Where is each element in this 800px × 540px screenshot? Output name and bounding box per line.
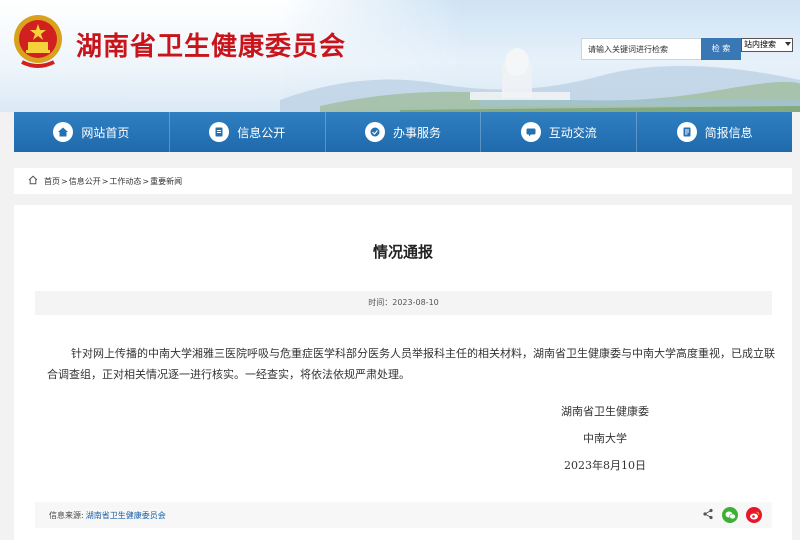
share-buttons [702,507,762,523]
wechat-icon[interactable] [722,507,738,523]
article-body: 针对网上传播的中南大学湘雅三医院呼吸与危重症医学科部分医务人员举报科主任的相关材… [47,347,775,381]
nav-item-label: 网站首页 [81,125,130,140]
breadcrumb-news-link[interactable]: 重要新闻 [150,176,182,187]
nav-item-briefing[interactable]: 简报信息 [637,112,792,152]
signature-org-2: 中南大学 [583,432,627,445]
header-banner: 湖南省卫生健康委员会 请输入关键词进行检索 检 索 站内搜索 [0,0,800,112]
breadcrumb-home-link[interactable]: 首页 [44,176,60,187]
nav-item-info-public[interactable]: 信息公开 [170,112,326,152]
breadcrumb: 首页 > 信息公开 > 工作动态 > 重要新闻 [14,168,792,194]
breadcrumb-separator: > [101,176,109,186]
service-icon [364,122,385,142]
breadcrumb-info-link[interactable]: 信息公开 [69,176,101,187]
nav-item-interaction[interactable]: 互动交流 [481,112,638,152]
report-icon [676,122,697,142]
search-scope-select[interactable]: 站内搜索 [741,38,793,52]
source-bar: 信息来源: 湖南省卫生健康委员会 [35,502,772,528]
chat-icon [520,122,541,142]
home-icon [28,175,38,187]
signature-date: 2023年8月10日 [564,459,646,472]
nav-item-label: 互动交流 [548,125,597,140]
signature-org-1: 湖南省卫生健康委 [561,405,649,418]
nav-item-label: 办事服务 [392,125,441,140]
nav-item-label: 简报信息 [704,125,753,140]
national-emblem-icon [14,15,62,68]
search-scope-value: 站内搜索 [744,40,776,49]
site-title: 湖南省卫生健康委员会 [76,32,347,62]
main-nav: 网站首页 信息公开 办事服务 互动交流 简报信息 [14,112,792,152]
breadcrumb-separator: > [61,176,68,186]
home-icon [53,122,74,142]
article-meta: 时间：2023-08-10 [35,291,772,315]
article-title: 情况通报 [372,243,433,261]
source-link[interactable]: 湖南省卫生健康委员会 [86,510,166,521]
publish-date: 2023-08-10 [392,298,439,307]
nav-item-label: 信息公开 [237,125,286,140]
document-icon [209,122,230,142]
weibo-icon[interactable] [746,507,762,523]
search-button[interactable]: 检 索 [701,38,741,60]
nav-item-services[interactable]: 办事服务 [326,112,482,152]
nav-item-home[interactable]: 网站首页 [14,112,170,152]
breadcrumb-work-link[interactable]: 工作动态 [109,176,141,187]
share-icon[interactable] [702,508,714,522]
chevron-down-icon [785,42,791,46]
breadcrumb-separator: > [142,176,150,186]
search-input[interactable]: 请输入关键词进行检索 [581,38,702,60]
time-label: 时间： [368,298,393,307]
source-label: 信息来源: [49,510,84,520]
article-panel: 情况通报 时间：2023-08-10 针对网上传播的中南大学湘雅三医院呼吸与危重… [14,205,792,540]
